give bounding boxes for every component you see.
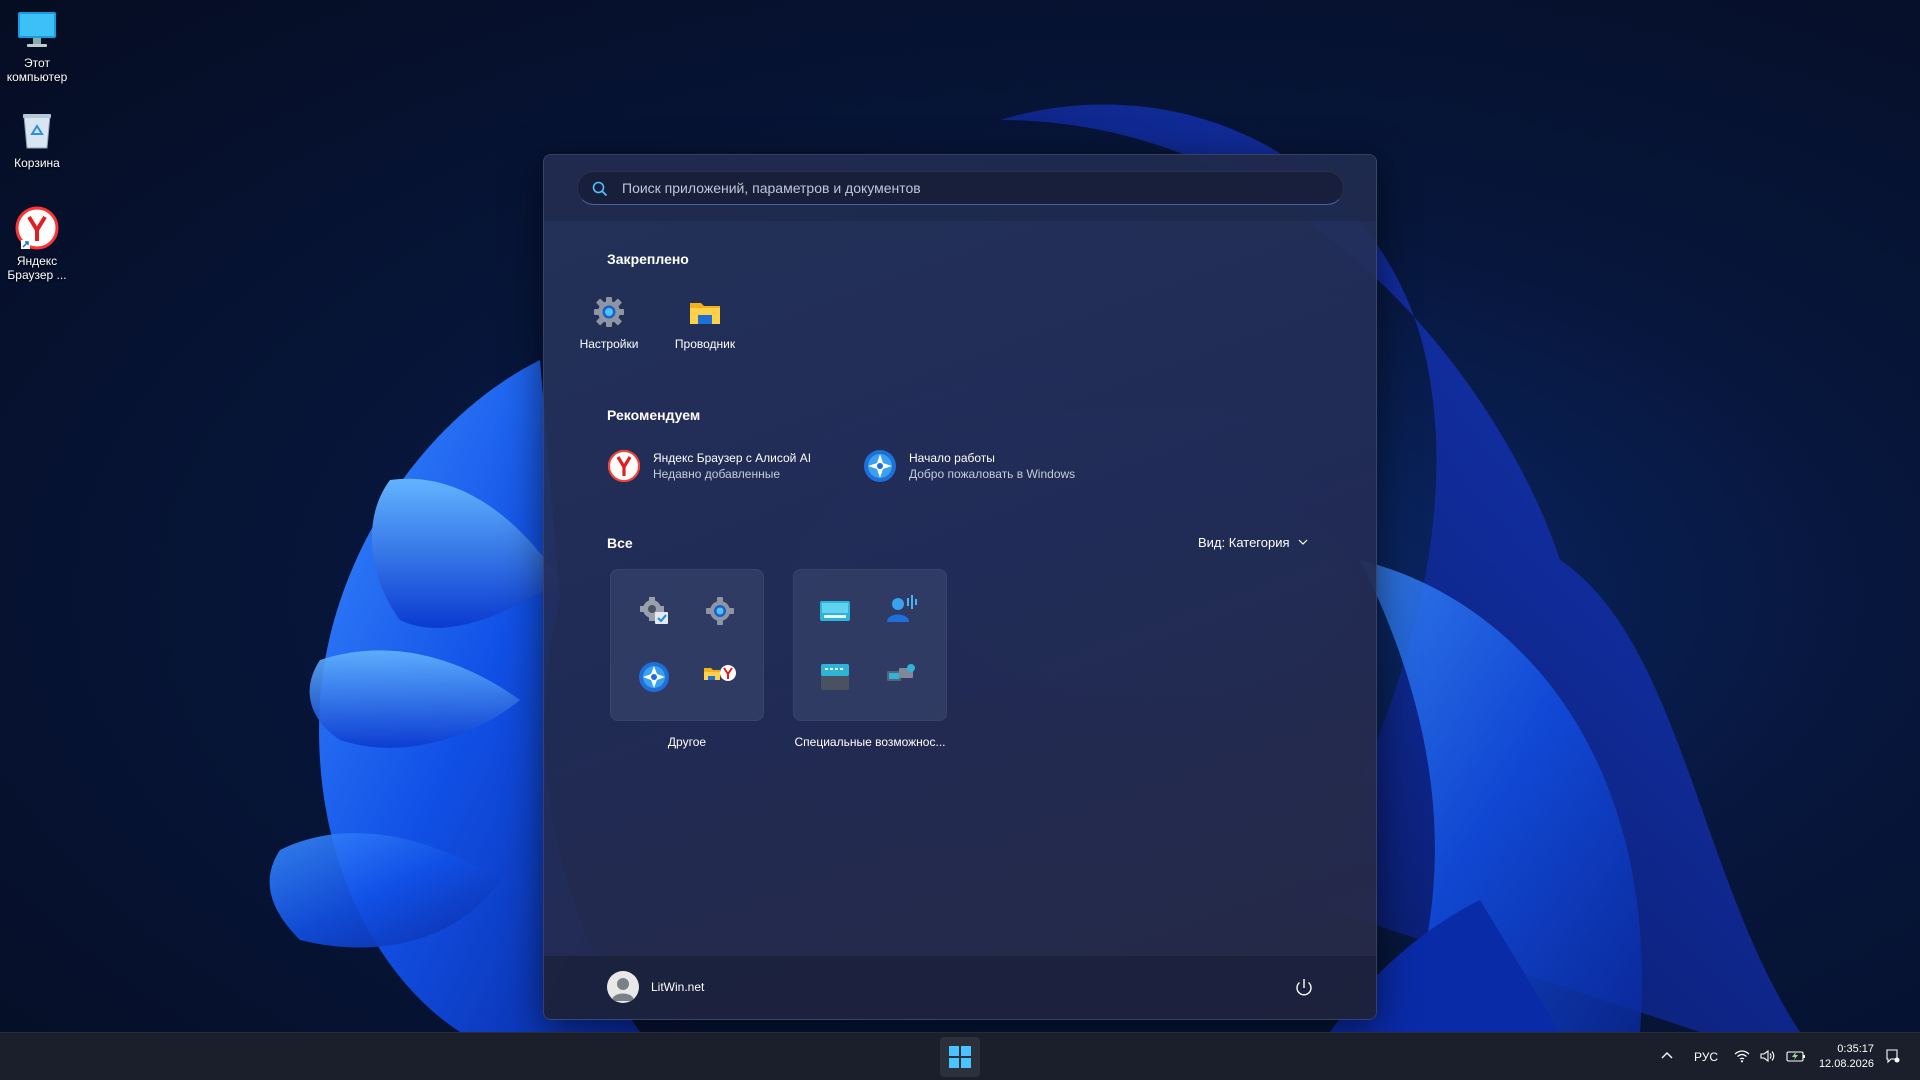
avatar	[607, 971, 639, 1003]
language-label: РУС	[1694, 1050, 1719, 1064]
pinned-app-settings[interactable]: Настройки	[564, 295, 654, 351]
voice-access-icon	[884, 592, 918, 626]
view-mode-label: Вид: Категория	[1198, 535, 1290, 550]
category-label: Специальные возможнос...	[794, 735, 946, 749]
taskbar: РУС 0:35:17 12.08.2026	[0, 1032, 1920, 1080]
recommended-item-title: Яндекс Браузер с Алисой AI	[653, 451, 812, 465]
start-menu: Закреплено Настройки Проводник Рекоменду…	[543, 154, 1377, 1020]
clock[interactable]: 0:35:17 12.08.2026	[1819, 1042, 1874, 1072]
recommended-item-yandex[interactable]: Яндекс Браузер с Алисой AI Недавно добав…	[607, 449, 811, 483]
keyboard-terminal-icon	[818, 660, 852, 694]
notification-button[interactable]	[1884, 1033, 1900, 1080]
recommended-item-title: Начало работы	[909, 451, 995, 465]
desktop-icon-label: Этот компьютер	[6, 56, 68, 84]
search-box[interactable]	[577, 171, 1344, 205]
recommended-section-title: Рекомендуем	[607, 407, 701, 423]
start-menu-footer: LitWin.net	[544, 955, 1376, 1019]
monitor-icon	[15, 8, 59, 52]
all-apps-section-title: Все	[607, 535, 633, 551]
chevron-down-icon	[1298, 535, 1308, 550]
desktop-icon-recycle-bin[interactable]: Корзина	[4, 108, 70, 170]
search-icon	[592, 181, 608, 202]
start-button[interactable]	[940, 1037, 980, 1077]
file-explorer-folder-icon	[688, 295, 722, 329]
notification-icon	[1884, 1048, 1900, 1067]
pinned-app-label: Проводник	[674, 337, 736, 351]
recommended-item-subtitle: Недавно добавленные	[653, 467, 781, 481]
view-mode-dropdown[interactable]: Вид: Категория	[1198, 535, 1308, 550]
clock-date: 12.08.2026	[1818, 1058, 1874, 1070]
pinned-section-title: Закреплено	[607, 251, 689, 267]
recycle-bin-icon	[15, 108, 59, 152]
settings-gear-icon	[592, 295, 626, 329]
network-volume-battery-group[interactable]	[1734, 1033, 1806, 1080]
language-indicator[interactable]: РУС	[1694, 1033, 1718, 1080]
get-started-icon	[637, 660, 671, 694]
tray-overflow-button[interactable]	[1660, 1033, 1674, 1080]
yandex-browser-icon	[15, 206, 59, 250]
remote-desktop-icon	[884, 658, 918, 692]
system-settings-check-icon	[637, 594, 671, 628]
wifi-icon	[1734, 1049, 1750, 1066]
desktop-icon-label: Корзина	[14, 156, 60, 170]
battery-icon	[1786, 1049, 1806, 1066]
on-screen-keyboard-icon	[818, 594, 852, 628]
category-folder-other[interactable]: Другое	[610, 569, 764, 749]
chevron-up-icon	[1660, 1049, 1674, 1066]
search-input[interactable]	[622, 172, 1322, 204]
pinned-app-explorer[interactable]: Проводник	[660, 295, 750, 351]
clock-time: 0:35:17	[1837, 1043, 1874, 1055]
recommended-item-subtitle: Добро пожаловать в Windows	[909, 467, 1076, 481]
category-label: Другое	[667, 735, 707, 749]
volume-icon	[1760, 1049, 1776, 1066]
desktop-icon-label: Яндекс Браузер ...	[7, 254, 67, 282]
search-area	[544, 155, 1376, 221]
user-name: LitWin.net	[651, 980, 705, 994]
get-started-icon	[863, 449, 897, 483]
recommended-item-get-started[interactable]: Начало работы Добро пожаловать в Windows	[863, 449, 1075, 483]
power-icon	[1292, 979, 1316, 1004]
category-folder-accessibility[interactable]: Специальные возможнос...	[793, 569, 947, 749]
explorer-yandex-icon	[703, 658, 737, 692]
category-tile[interactable]	[610, 569, 764, 721]
user-account-button[interactable]: LitWin.net	[607, 971, 704, 1003]
settings-gear-icon	[703, 594, 737, 628]
desktop-icon-this-pc[interactable]: Этот компьютер	[4, 8, 70, 84]
desktop-icon-yandex-browser[interactable]: Яндекс Браузер ...	[4, 206, 70, 282]
power-button[interactable]	[1292, 976, 1316, 1000]
pinned-app-label: Настройки	[579, 337, 639, 351]
windows-logo-icon	[940, 1046, 980, 1080]
yandex-browser-icon	[607, 449, 641, 483]
category-tile[interactable]	[793, 569, 947, 721]
